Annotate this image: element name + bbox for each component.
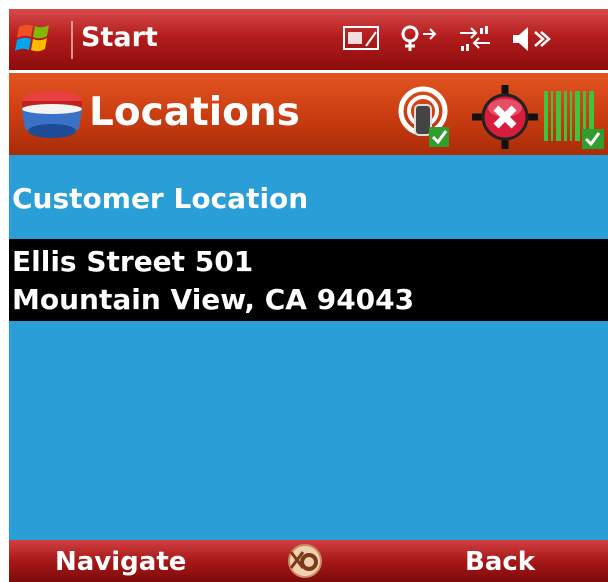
start-menu-label[interactable]: Start	[81, 23, 158, 53]
content-area: Customer Location Ellis Street 501 Mount…	[9, 155, 608, 540]
gps-status-icon[interactable]	[395, 85, 457, 151]
start-separator	[71, 21, 73, 59]
navigate-softkey[interactable]: Navigate	[55, 547, 186, 577]
section-title: Customer Location	[12, 182, 309, 215]
speaker-icon[interactable]	[509, 24, 553, 54]
data-transfer-icon	[460, 26, 490, 51]
app-logo-icon	[22, 91, 82, 138]
keyboard-icon[interactable]	[286, 542, 324, 580]
address-list-item[interactable]: Ellis Street 501 Mountain View, CA 94043	[9, 239, 608, 321]
status-bar: Start	[9, 9, 608, 70]
connectivity-icon	[401, 25, 437, 51]
close-icon[interactable]	[470, 83, 540, 151]
device-screen: Start Locations Customer Location Ellis …	[9, 9, 608, 582]
softkey-bar: Navigate Back	[9, 540, 608, 582]
phone-signal-icon	[343, 26, 379, 50]
barcode-scanner-icon[interactable]	[542, 85, 608, 151]
back-softkey[interactable]: Back	[465, 547, 535, 577]
address-street: Ellis Street 501	[12, 245, 254, 278]
app-header: Locations	[9, 73, 608, 155]
page-title: Locations	[89, 90, 300, 135]
windows-flag-icon[interactable]	[15, 21, 55, 57]
address-city-line: Mountain View, CA 94043	[12, 283, 415, 316]
